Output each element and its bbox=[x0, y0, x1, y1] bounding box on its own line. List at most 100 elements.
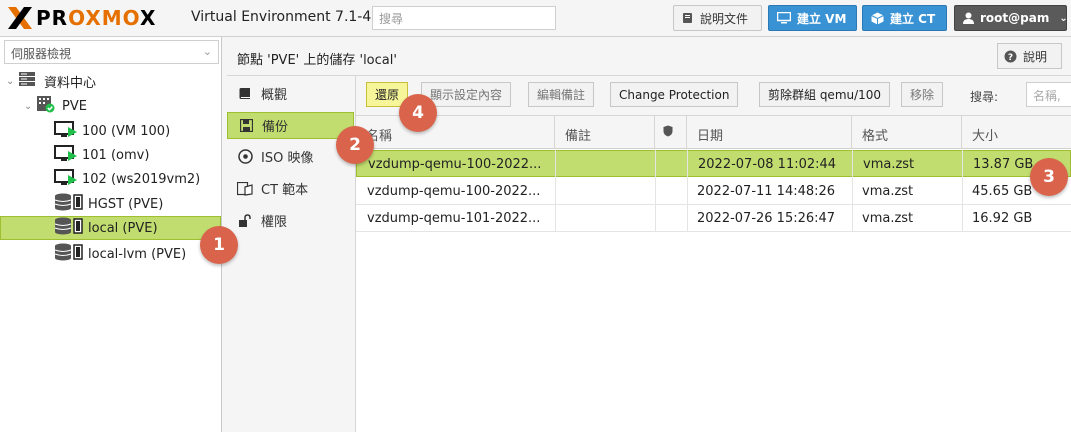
global-search-input[interactable]: 搜尋 bbox=[372, 6, 556, 30]
create-ct-button[interactable]: 建立 CT bbox=[862, 5, 947, 31]
storage-icon bbox=[54, 217, 84, 239]
cell-size: 13.87 GB bbox=[973, 157, 1034, 172]
column-divider bbox=[962, 150, 963, 232]
storage-menu: 概觀 備份 ISO 映像 CT 範本 權限 bbox=[227, 76, 356, 432]
user-icon bbox=[963, 12, 974, 24]
cell-date: 2022-07-08 11:02:44 bbox=[698, 157, 837, 172]
book-icon bbox=[235, 87, 255, 100]
vm-running-icon bbox=[54, 144, 78, 166]
page-title: 節點 'PVE' 上的儲存 'local' bbox=[237, 53, 397, 68]
cell-size: 16.92 GB bbox=[972, 211, 1033, 226]
template-icon bbox=[235, 181, 255, 196]
tree-item-label: PVE bbox=[62, 98, 87, 114]
version-label: Virtual Environment 7.1-4 bbox=[191, 9, 372, 25]
tree-item-storage-local[interactable]: local (PVE) bbox=[0, 216, 221, 240]
view-selector[interactable]: 伺服器檢視 ⌄ bbox=[4, 40, 219, 64]
tree-item-label: 102 (ws2019vm2) bbox=[82, 171, 201, 187]
create-vm-label: 建立 VM bbox=[797, 11, 847, 26]
tree-item-storage-local-lvm[interactable]: local-lvm (PVE) bbox=[54, 242, 186, 266]
menu-item-permissions[interactable]: 權限 bbox=[227, 207, 354, 234]
user-label: root@pam bbox=[980, 11, 1050, 25]
vm-running-icon bbox=[54, 120, 78, 142]
unlock-icon bbox=[235, 213, 255, 228]
tree-item-label: 資料中心 bbox=[44, 75, 97, 91]
disc-icon bbox=[235, 149, 255, 164]
tree-item-datacenter[interactable]: ⌄ 資料中心 bbox=[6, 69, 96, 93]
top-bar: PROXMOX Virtual Environment 7.1-4 搜尋 說明文… bbox=[0, 0, 1071, 37]
proxmox-logo[interactable]: PROXMOX bbox=[6, 6, 156, 30]
tree-item-label: local-lvm (PVE) bbox=[88, 246, 187, 262]
menu-item-label: ISO 映像 bbox=[261, 151, 314, 166]
backup-toolbar: 還原 顯示設定內容 編輯備註 Change Protection 剪除群組 qe… bbox=[356, 76, 1071, 116]
create-vm-button[interactable]: 建立 VM bbox=[768, 5, 857, 31]
monitor-icon bbox=[777, 12, 791, 24]
column-divider bbox=[687, 150, 688, 232]
menu-item-summary[interactable]: 概觀 bbox=[227, 80, 354, 107]
backup-search-input[interactable]: 名稱, bbox=[1026, 82, 1071, 107]
column-header-notes[interactable]: 備註 bbox=[555, 116, 655, 149]
proxmox-x-logo-icon bbox=[6, 6, 34, 30]
column-header-format[interactable]: 格式 bbox=[852, 116, 962, 149]
step-callout-2: 2 bbox=[336, 126, 374, 164]
menu-item-iso-images[interactable]: ISO 映像 bbox=[227, 143, 354, 170]
user-menu-button[interactable]: root@pam ⌄ bbox=[954, 5, 1068, 31]
step-callout-1: 1 bbox=[200, 226, 238, 264]
tree-item-label: 100 (VM 100) bbox=[82, 123, 171, 139]
main-panel: 節點 'PVE' 上的儲存 'local' ? 說明 概觀 備份 ISO 映像 … bbox=[227, 37, 1071, 432]
collapse-icon[interactable]: ⌄ bbox=[24, 101, 36, 112]
collapse-icon[interactable]: ⌄ bbox=[6, 76, 18, 87]
menu-item-backup[interactable]: 備份 bbox=[227, 112, 354, 139]
table-row[interactable]: vzdump-qemu-100-2022... 2022-07-11 14:48… bbox=[356, 178, 1071, 205]
help-label: 說明 bbox=[1023, 49, 1048, 64]
storage-icon bbox=[54, 243, 84, 265]
backup-content: 還原 顯示設定內容 編輯備註 Change Protection 剪除群組 qe… bbox=[356, 76, 1071, 432]
cube-icon bbox=[871, 12, 884, 25]
prune-group-button[interactable]: 剪除群組 qemu/100 bbox=[759, 82, 891, 107]
svg-text:?: ? bbox=[1008, 53, 1013, 63]
menu-item-label: CT 範本 bbox=[261, 183, 309, 198]
cell-format: vma.zst bbox=[862, 184, 914, 199]
create-ct-label: 建立 CT bbox=[890, 11, 936, 26]
column-divider bbox=[852, 150, 853, 232]
cell-size: 45.65 GB bbox=[972, 184, 1033, 199]
cell-name: vzdump-qemu-100-2022... bbox=[368, 157, 542, 172]
tree-item-storage-hgst[interactable]: HGST (PVE) bbox=[54, 192, 163, 216]
chevron-down-icon: ⌄ bbox=[1059, 12, 1068, 24]
table-row[interactable]: vzdump-qemu-101-2022... 2022-07-26 15:26… bbox=[356, 205, 1071, 232]
column-header-protected[interactable] bbox=[655, 116, 687, 149]
column-header-date[interactable]: 日期 bbox=[687, 116, 852, 149]
datacenter-icon bbox=[18, 71, 36, 91]
book-icon bbox=[682, 12, 694, 24]
cell-name: vzdump-qemu-101-2022... bbox=[367, 211, 541, 226]
tree-item-label: HGST (PVE) bbox=[88, 196, 164, 212]
tree-item-vm-100[interactable]: 100 (VM 100) bbox=[54, 119, 170, 143]
documentation-label: 說明文件 bbox=[700, 11, 749, 26]
tree-item-label: 101 (omv) bbox=[82, 147, 150, 163]
cell-format: vma.zst bbox=[863, 157, 915, 172]
documentation-button[interactable]: 說明文件 bbox=[673, 5, 762, 31]
tree-item-vm-102[interactable]: 102 (ws2019vm2) bbox=[54, 167, 200, 191]
cell-date: 2022-07-11 14:48:26 bbox=[697, 184, 836, 199]
floppy-icon bbox=[236, 119, 256, 132]
shield-icon bbox=[663, 125, 673, 141]
tree-item-node-pve[interactable]: ⌄ PVE bbox=[24, 94, 87, 118]
vm-running-icon bbox=[54, 168, 78, 190]
column-divider bbox=[655, 150, 656, 232]
edit-notes-button[interactable]: 編輯備註 bbox=[528, 82, 595, 107]
remove-button[interactable]: 移除 bbox=[901, 82, 944, 107]
table-row[interactable]: vzdump-qemu-100-2022... 2022-07-08 11:02… bbox=[356, 150, 1071, 177]
tree-item-vm-101[interactable]: 101 (omv) bbox=[54, 143, 149, 167]
step-callout-3: 3 bbox=[1030, 158, 1068, 196]
logo-text: PROXMOX bbox=[36, 6, 157, 30]
column-divider bbox=[555, 150, 556, 232]
change-protection-button[interactable]: Change Protection bbox=[610, 82, 739, 107]
chevron-down-icon: ⌄ bbox=[202, 45, 212, 58]
help-button[interactable]: ? 說明 bbox=[997, 43, 1062, 69]
menu-item-ct-templates[interactable]: CT 範本 bbox=[227, 175, 354, 202]
column-header-size[interactable]: 大小 bbox=[962, 116, 1071, 149]
column-header-name[interactable]: 名稱 bbox=[356, 116, 555, 149]
cell-date: 2022-07-26 15:26:47 bbox=[697, 211, 836, 226]
cell-name: vzdump-qemu-100-2022... bbox=[367, 184, 541, 199]
menu-item-label: 權限 bbox=[261, 215, 288, 230]
question-icon: ? bbox=[1004, 50, 1017, 63]
